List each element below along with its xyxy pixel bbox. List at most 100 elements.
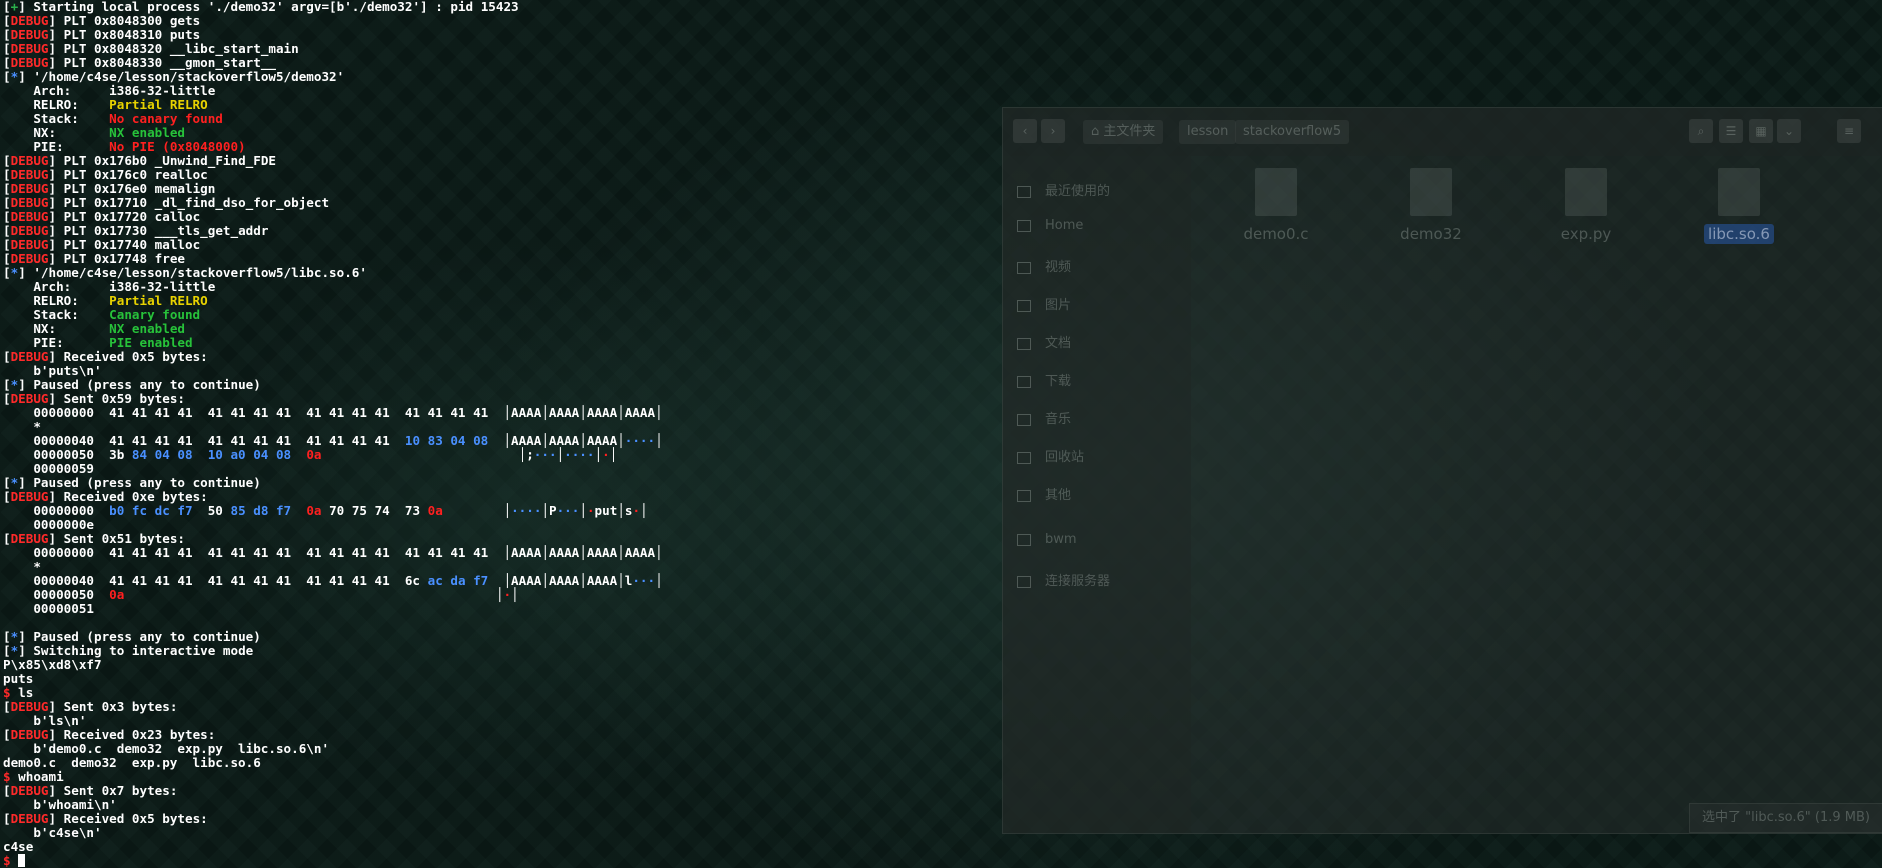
terminal-line: [DEBUG] PLT 0x17720 calloc bbox=[3, 210, 663, 224]
terminal-text: * bbox=[3, 559, 41, 574]
sidebar-item-label: Home bbox=[1045, 218, 1084, 233]
list-view-icon[interactable]: ☰ bbox=[1719, 119, 1743, 143]
terminal-text: [ bbox=[3, 531, 11, 546]
music-icon bbox=[1017, 413, 1031, 426]
file-manager-sidebar: 最近使用的 Home 视频 图片 文档 下载 音乐 回收站 其他 bwm 连接服… bbox=[1003, 156, 1191, 833]
back-button[interactable]: ‹ bbox=[1013, 119, 1037, 143]
terminal-text: ] PLT 0x17710 _dl_find_dso_for_object bbox=[48, 195, 330, 210]
terminal-text: c4se bbox=[3, 839, 34, 854]
terminal-text: 00000051 bbox=[3, 601, 94, 616]
terminal-line: [*] Paused (press any to continue) bbox=[3, 476, 663, 490]
sidebar-item-videos[interactable]: 视频 bbox=[1017, 256, 1071, 275]
terminal-line: b'ls\n' bbox=[3, 714, 663, 728]
terminal-text: 00000050 bbox=[3, 587, 110, 602]
terminal-text: ···· bbox=[624, 433, 656, 448]
terminal-line: $ whoami bbox=[3, 770, 663, 784]
sidebar-item-pictures[interactable]: 图片 bbox=[1017, 294, 1071, 313]
terminal-text: 0a bbox=[306, 503, 322, 518]
terminal-text: NX: bbox=[3, 321, 110, 336]
terminal-text: ] Sent 0x7 bytes: bbox=[48, 783, 178, 798]
library-file-icon bbox=[1718, 168, 1760, 216]
terminal-text: 0a bbox=[306, 447, 322, 462]
server-icon bbox=[1017, 575, 1031, 588]
status-bar: 选中了 "libc.so.6" (1.9 MB) bbox=[1689, 803, 1882, 833]
terminal-text: [ bbox=[3, 27, 11, 42]
sidebar-item-other[interactable]: 其他 bbox=[1017, 484, 1071, 503]
terminal-text: │ bbox=[609, 447, 618, 462]
terminal-text: ] Sent 0x51 bytes: bbox=[48, 531, 185, 546]
breadcrumb-label: 主文件夹 bbox=[1103, 124, 1156, 139]
file-libc-so-6[interactable]: libc.so.6 bbox=[1684, 168, 1794, 244]
sidebar-item-music[interactable]: 音乐 bbox=[1017, 408, 1071, 427]
terminal-text: ] PLT 0x176c0 realloc bbox=[48, 167, 208, 182]
grid-view-icon[interactable]: ▦ bbox=[1749, 119, 1773, 143]
terminal-text: [ bbox=[3, 475, 11, 490]
terminal-text: [ bbox=[3, 811, 11, 826]
terminal-text: 85 d8 f7 bbox=[230, 503, 292, 518]
terminal-text: ] Paused (press any to continue) bbox=[18, 377, 261, 392]
terminal-text: ac da f7 bbox=[427, 573, 489, 588]
file-demo32[interactable]: demo32 bbox=[1376, 168, 1486, 244]
terminal-text: DEBUG bbox=[10, 699, 49, 714]
terminal-text: 50 bbox=[192, 503, 231, 518]
terminal-text: │P bbox=[541, 503, 557, 518]
terminal-text: ] Received 0x5 bytes: bbox=[48, 349, 208, 364]
terminal-text: ] Paused (press any to continue) bbox=[18, 629, 261, 644]
sidebar-item-home[interactable]: Home bbox=[1017, 218, 1083, 233]
terminal-text: ] Paused (press any to continue) bbox=[18, 475, 261, 490]
terminal-text: DEBUG bbox=[10, 167, 49, 182]
terminal-text: ] Sent 0x59 bytes: bbox=[48, 391, 185, 406]
sidebar-item-recent[interactable]: 最近使用的 bbox=[1017, 180, 1110, 199]
terminal-text: DEBUG bbox=[10, 727, 49, 742]
terminal-prompt-line[interactable]: $ bbox=[3, 854, 663, 868]
file-demo0-c[interactable]: demo0.c bbox=[1221, 168, 1331, 244]
sidebar-item-trash[interactable]: 回收站 bbox=[1017, 446, 1084, 465]
sidebar-item-connect-server[interactable]: 连接服务器 bbox=[1017, 570, 1110, 589]
terminal-text: DEBUG bbox=[10, 811, 49, 826]
file-name: demo32 bbox=[1400, 225, 1462, 243]
file-exp-py[interactable]: exp.py bbox=[1531, 168, 1641, 244]
terminal-line: Arch: i386-32-little bbox=[3, 84, 663, 98]
terminal-text: b'demo0.c demo32 exp.py libc.so.6\n' bbox=[3, 741, 330, 756]
terminal-text: DEBUG bbox=[10, 181, 49, 196]
video-icon bbox=[1017, 261, 1031, 274]
breadcrumb-home[interactable]: ⌂ 主文件夹 bbox=[1083, 120, 1164, 144]
terminal-text: ] Received 0x5 bytes: bbox=[48, 811, 208, 826]
terminal-text: DEBUG bbox=[10, 783, 49, 798]
terminal-text: ] PLT 0x17730 ___tls_get_addr bbox=[48, 223, 269, 238]
chevron-down-icon[interactable]: ⌄ bbox=[1777, 119, 1801, 143]
terminal-text: │ bbox=[124, 587, 504, 602]
sidebar-item-downloads[interactable]: 下载 bbox=[1017, 370, 1071, 389]
terminal-line: [DEBUG] PLT 0x17740 malloc bbox=[3, 238, 663, 252]
terminal-text: ] PLT 0x8048330 __gmon_start__ bbox=[48, 55, 276, 70]
breadcrumb-stackoverflow5[interactable]: stackoverflow5 bbox=[1235, 120, 1350, 144]
sidebar-item-documents[interactable]: 文档 bbox=[1017, 332, 1071, 351]
terminal-line: PIE: No PIE (0x8048000) bbox=[3, 140, 663, 154]
terminal-line: * bbox=[3, 420, 663, 434]
terminal-line: Stack: No canary found bbox=[3, 112, 663, 126]
menu-icon[interactable]: ≡ bbox=[1837, 119, 1861, 143]
terminal-line: [DEBUG] Received 0x23 bytes: bbox=[3, 728, 663, 742]
terminal-text: │AAAA│AAAA│AAAA│l bbox=[488, 573, 633, 588]
terminal-text: ] PLT 0x17748 free bbox=[48, 251, 185, 266]
breadcrumb-lesson[interactable]: lesson bbox=[1179, 120, 1237, 144]
terminal-text: [ bbox=[3, 41, 11, 56]
terminal-text: [ bbox=[3, 251, 11, 266]
terminal-text: ls bbox=[10, 685, 34, 700]
forward-button[interactable]: › bbox=[1041, 119, 1065, 143]
terminal-line: [DEBUG] PLT 0x8048320 __libc_start_main bbox=[3, 42, 663, 56]
terminal-text: ··· bbox=[632, 573, 656, 588]
terminal-output[interactable]: [+] Starting local process './demo32' ar… bbox=[3, 0, 663, 868]
terminal-text: Arch: i386-32-little bbox=[3, 83, 216, 98]
terminal-line: [DEBUG] Sent 0x3 bytes: bbox=[3, 700, 663, 714]
search-icon[interactable]: ⌕ bbox=[1689, 119, 1713, 143]
terminal-text: ] PLT 0x176e0 memalign bbox=[48, 181, 216, 196]
home-icon: ⌂ bbox=[1091, 124, 1104, 139]
terminal-line: 00000000 b0 fc dc f7 50 85 d8 f7 0a 70 7… bbox=[3, 504, 663, 518]
terminal-text: · bbox=[602, 447, 610, 462]
sidebar-item-bwm[interactable]: bwm bbox=[1017, 532, 1077, 547]
plus-icon bbox=[1017, 489, 1031, 502]
file-manager-window[interactable]: ‹ › ⌂ 主文件夹 lesson stackoverflow5 ⌕ ☰ ▦ ⌄… bbox=[1002, 107, 1882, 834]
download-icon bbox=[1017, 375, 1031, 388]
terminal-line: RELRO: Partial RELRO bbox=[3, 98, 663, 112]
